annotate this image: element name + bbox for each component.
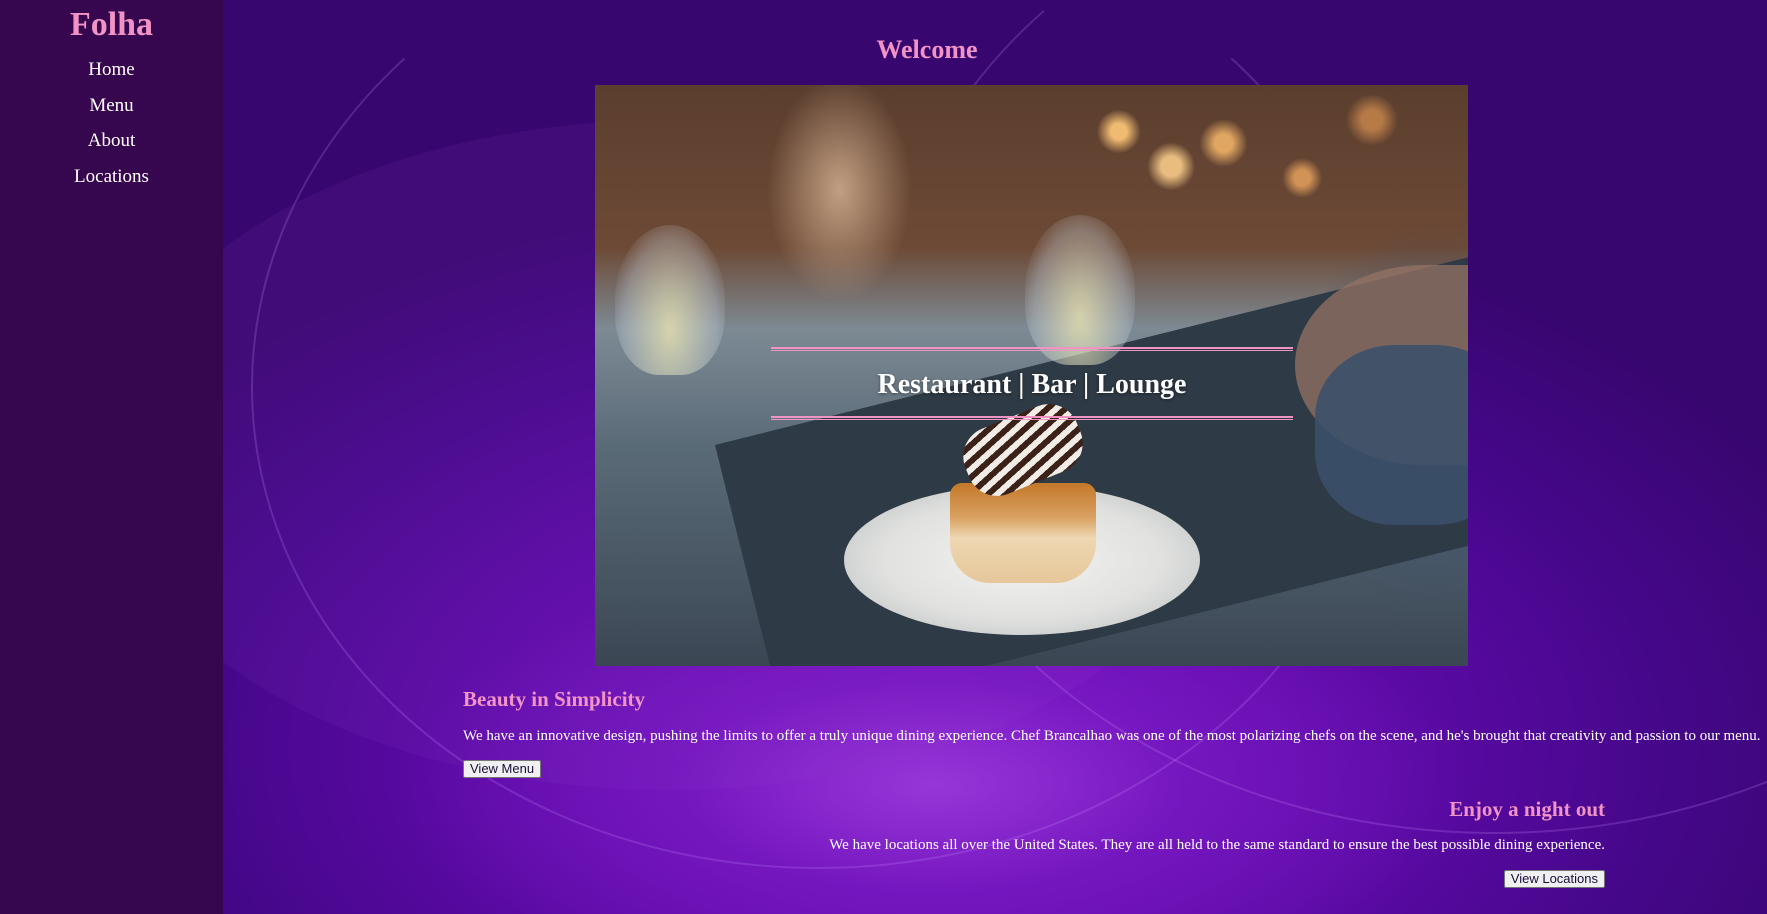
nav-item-home[interactable]: Home: [0, 58, 223, 81]
sidebar: Folha Home Menu About Locations: [0, 0, 223, 914]
hero-image-wine-glass: [615, 225, 725, 375]
view-locations-button[interactable]: View Locations: [1503, 870, 1605, 888]
page-title: Welcome: [876, 35, 978, 64]
hero-image-wine-glass: [1025, 215, 1135, 365]
main-content: Welcome Restaurant | Bar | Lounge Beauty…: [223, 0, 1767, 914]
hero-banner: Restaurant | Bar | Lounge: [771, 347, 1293, 421]
view-menu-button[interactable]: View Menu: [463, 760, 542, 778]
nav-item-menu[interactable]: Menu: [0, 94, 223, 117]
nav-item-locations[interactable]: Locations: [0, 165, 223, 188]
hero-banner-text: Restaurant | Bar | Lounge: [877, 369, 1187, 400]
section-title-night-out: Enjoy a night out: [1449, 797, 1605, 821]
nav-item-about[interactable]: About: [0, 129, 223, 152]
brand-logo[interactable]: Folha: [0, 6, 223, 44]
section-text-simplicity: We have an innovative design, pushing th…: [463, 728, 1761, 744]
hero-image-sleeve: [1315, 345, 1468, 525]
hero-image: Restaurant | Bar | Lounge: [595, 85, 1468, 666]
banner-bottom-rule: [771, 416, 1293, 420]
main-nav: Home Menu About Locations: [0, 58, 223, 188]
section-text-night-out: We have locations all over the United St…: [829, 837, 1605, 853]
hero-image-dessert: [950, 483, 1096, 583]
section-title-simplicity: Beauty in Simplicity: [463, 687, 646, 711]
